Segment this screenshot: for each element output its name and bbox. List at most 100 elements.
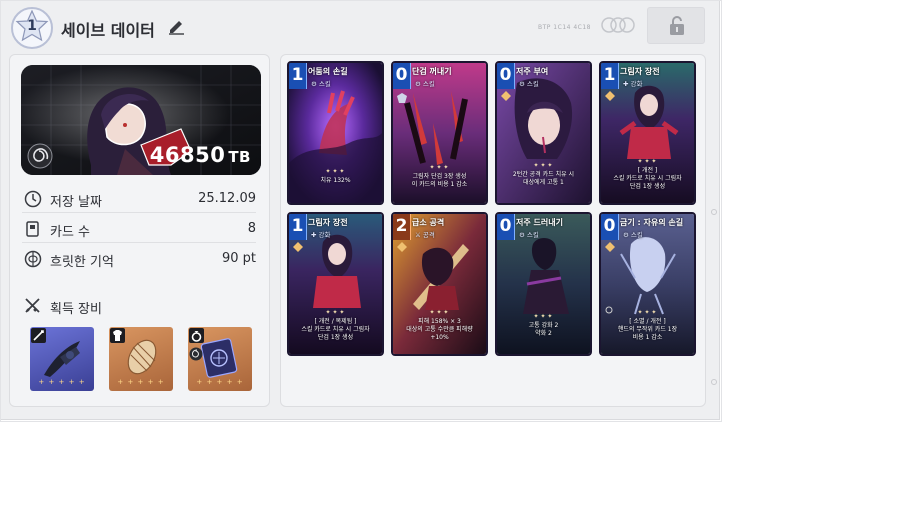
deck-card[interactable]: 0 저주 드러내기 ⚙ 스킬 ✦ ✦ ✦ 고통 강화 2 약화 2 bbox=[495, 212, 592, 356]
card-type-label: 공격 bbox=[422, 231, 435, 239]
stat-label: 흐릿한 기억 bbox=[50, 255, 114, 270]
card-cost: 2 bbox=[393, 214, 411, 240]
card-desc: 치유 132% bbox=[293, 177, 378, 185]
save-data-panel: 1 세이브 데이터 BTP 1C14 4C18 46850 TB 저장 날짜 2… bbox=[0, 0, 722, 422]
clock-icon bbox=[24, 190, 42, 208]
card-desc-line: [ 개전 ] bbox=[637, 167, 658, 174]
card-cost-value: 0 bbox=[603, 216, 616, 236]
diamond-gem-icon bbox=[501, 91, 511, 101]
card-type: ⚙ 스킬 bbox=[623, 231, 643, 239]
card-divider: ✦ ✦ ✦ bbox=[429, 164, 449, 171]
item-stars: + + + + + bbox=[38, 378, 86, 386]
edit-pencil-icon[interactable] bbox=[168, 18, 185, 35]
card-name: 그림자 장전 bbox=[308, 218, 348, 227]
diamond-gem-icon bbox=[605, 242, 615, 252]
item-stars: + + + + + bbox=[117, 378, 165, 386]
card-cost-value: 0 bbox=[395, 65, 408, 85]
card-divider: ✦ ✦ ✦ bbox=[533, 162, 553, 169]
card-desc-line: 2턴간 공격 카드 치유 시 bbox=[512, 171, 575, 178]
memory-icon bbox=[24, 250, 42, 268]
card-divider: ✦ ✦ ✦ bbox=[429, 309, 449, 316]
card-divider: ✦ ✦ ✦ bbox=[637, 309, 657, 316]
card-cost-value: 1 bbox=[291, 65, 304, 85]
rings-icon bbox=[601, 17, 635, 33]
deck-card[interactable]: 0 저주 부여 ⚙ 스킬 ✦ ✦ ✦ 2턴간 공격 카드 치유 시 대상에게 고… bbox=[495, 61, 592, 205]
card-name: 저주 부여 bbox=[516, 67, 549, 76]
card-cost: 0 bbox=[393, 63, 411, 89]
equipment-heading: 획득 장비 bbox=[22, 295, 222, 317]
card-cost-value: 2 bbox=[395, 216, 408, 236]
card-type: ⚙ 스킬 bbox=[519, 231, 539, 239]
card-desc: 2턴간 공격 카드 치유 시 대상에게 고통 1 bbox=[501, 171, 586, 187]
deck-card[interactable]: 1 어둠의 손길 ⚙ 스킬 ✦ ✦ ✦ 치유 132% bbox=[287, 61, 384, 205]
card-type: ✚ 강화 bbox=[623, 80, 643, 88]
card-desc-line: 약화 2 bbox=[535, 330, 552, 337]
card-cost-value: 0 bbox=[499, 65, 512, 85]
equipment-slot-weapon[interactable]: + + + + + bbox=[30, 327, 94, 391]
card-desc-line: 고통 강화 2 bbox=[528, 322, 559, 329]
deck-card[interactable]: 2 급소 공격 ⚔ 공격 ✦ ✦ ✦ 피해 158% × 3 대상의 고통 수만… bbox=[391, 212, 488, 356]
card-desc-line: 대상에게 고통 1 bbox=[523, 179, 564, 186]
spiral-path-icon bbox=[27, 143, 53, 169]
card-name: 어둠의 손길 bbox=[308, 67, 348, 76]
stat-row-card-count: 카드 수 8 bbox=[22, 213, 256, 243]
card-desc-line: 대상의 고통 수만큼 피해량 bbox=[406, 326, 473, 333]
score-value: 46850 TB bbox=[150, 143, 251, 167]
card-desc: [ 개전 / 복제됨 ] 스킬 카드로 치유 시 그림자 단검 1장 생성 bbox=[293, 318, 378, 342]
deck-card[interactable]: 0 단검 꺼내기 ⚙ 스킬 ✦ ✦ ✦ 그림자 단검 3장 생성 이 카드의 비… bbox=[391, 61, 488, 205]
card-divider: ✦ ✦ ✦ bbox=[637, 158, 657, 165]
card-cost-value: 0 bbox=[499, 216, 512, 236]
card-cost: 1 bbox=[289, 63, 307, 89]
profile-panel: 46850 TB 저장 날짜 25.12.09 카드 수 8 흐릿한 기억 90… bbox=[9, 54, 270, 407]
lock-button[interactable] bbox=[647, 7, 705, 44]
unlock-icon bbox=[670, 16, 684, 35]
card-cost-value: 1 bbox=[291, 216, 304, 236]
stat-value: 8 bbox=[247, 221, 256, 236]
card-type-label: 강화 bbox=[318, 231, 331, 239]
character-banner: 46850 TB bbox=[21, 65, 261, 175]
card-name: 단검 꺼내기 bbox=[412, 67, 452, 76]
card-desc-line: 치유 132% bbox=[320, 177, 351, 184]
card-cost-value: 1 bbox=[603, 65, 616, 85]
equipment-slot-ring[interactable]: + + + + + bbox=[188, 327, 252, 391]
card-type-label: 스킬 bbox=[526, 231, 539, 239]
stat-value: 90 pt bbox=[221, 251, 256, 266]
card-type: ⚔ 공격 bbox=[415, 231, 435, 239]
deck-card[interactable]: 1 그림자 장전 ✚ 강화 ✦ ✦ ✦ [ 개전 / 복제됨 ] 스킬 카드로 … bbox=[287, 212, 384, 356]
stat-value: 25.12.09 bbox=[198, 191, 256, 206]
slot-number: 1 bbox=[27, 18, 37, 34]
card-desc-line: 비용 1 감소 bbox=[632, 334, 663, 341]
card-type-label: 스킬 bbox=[422, 80, 435, 88]
shirt-icon bbox=[110, 328, 125, 343]
equipment-slot-armor[interactable]: + + + + + bbox=[109, 327, 173, 391]
card-cost: 0 bbox=[601, 214, 619, 240]
stat-row-save-date: 저장 날짜 25.12.09 bbox=[22, 183, 256, 213]
ring-icon bbox=[189, 328, 204, 343]
card-cost: 0 bbox=[497, 63, 515, 89]
scrollbar[interactable] bbox=[710, 8, 718, 408]
deck-card[interactable]: 0 금기 : 자유의 손길 ⚙ 스킬 ✦ ✦ ✦ [ 소멸 / 개전 ] 핸드의… bbox=[599, 212, 696, 356]
card-cost: 0 bbox=[497, 214, 515, 240]
card-desc-line: [ 소멸 / 개전 ] bbox=[629, 318, 666, 325]
equipment-title: 획득 장비 bbox=[50, 302, 102, 317]
card-desc: [ 개전 ] 스킬 카드로 치유 시 그림자 단검 1장 생성 bbox=[605, 167, 690, 191]
card-type: ⚙ 스킬 bbox=[311, 80, 331, 88]
card-desc: [ 소멸 / 개전 ] 핸드의 무작위 카드 1장 비용 1 감소 bbox=[605, 318, 690, 342]
stat-label: 카드 수 bbox=[50, 225, 91, 240]
crossed-swords-icon bbox=[25, 298, 40, 313]
slot-badge: 1 bbox=[10, 6, 54, 50]
card-desc-line: 스킬 카드로 치유 시 그림자 bbox=[613, 175, 682, 182]
card-desc-line: 단검 1장 생성 bbox=[629, 183, 666, 190]
shield-gem-icon bbox=[397, 93, 407, 103]
card-name: 저주 드러내기 bbox=[516, 218, 563, 227]
score-number: 46850 bbox=[149, 143, 226, 167]
card-type-label: 스킬 bbox=[526, 80, 539, 88]
deck-card[interactable]: 1 그림자 장전 ✚ 강화 ✦ ✦ ✦ [ 개전 ] 스킬 카드로 치유 시 그… bbox=[599, 61, 696, 205]
card-type: ⚙ 스킬 bbox=[519, 80, 539, 88]
page-title: 세이브 데이터 bbox=[61, 21, 155, 40]
card-icon bbox=[26, 221, 39, 237]
card-desc-line: 피해 158% × 3 bbox=[418, 318, 461, 325]
card-name: 금기 : 자유의 손길 bbox=[620, 218, 684, 227]
card-desc-line: 핸드의 무작위 카드 1장 bbox=[617, 326, 678, 333]
card-cost: 1 bbox=[289, 214, 307, 240]
